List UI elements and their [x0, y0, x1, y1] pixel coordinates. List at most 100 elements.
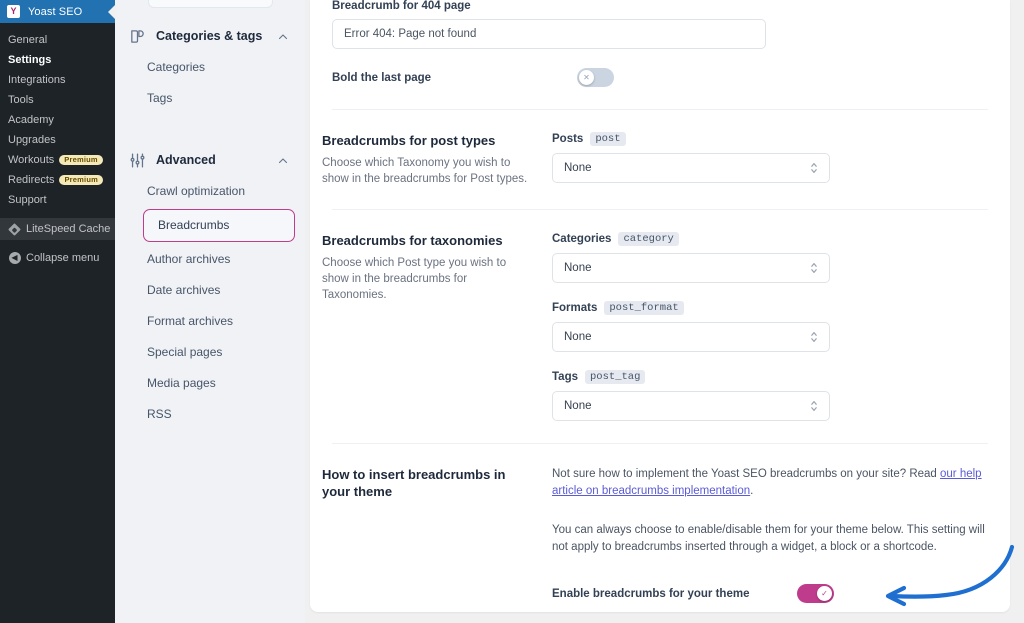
nav-group-advanced[interactable]: Advanced: [115, 144, 305, 176]
sidebar-item-label: Support: [8, 194, 47, 206]
formats-posttype-select[interactable]: None: [552, 322, 830, 352]
posts-taxonomy-select[interactable]: None: [552, 153, 830, 183]
sidebar-item-label: Tools: [8, 94, 34, 106]
chevron-up-icon[interactable]: [277, 30, 289, 42]
sidebar-item-label: Redirects: [8, 174, 55, 186]
sidebar-item-label: LiteSpeed Cache: [26, 223, 111, 235]
chevron-updown-icon: [809, 261, 819, 275]
help-text-before: Not sure how to implement the Yoast SEO …: [552, 468, 941, 480]
breadcrumb-404-input[interactable]: [332, 19, 766, 49]
sidebar-item-support[interactable]: Support: [0, 190, 115, 210]
section-description: Choose which Post type you wish to show …: [322, 257, 507, 301]
select-value: None: [564, 162, 592, 174]
enable-breadcrumbs-label: Enable breadcrumbs for your theme: [552, 587, 750, 600]
select-code-tag: post: [590, 132, 626, 146]
chevron-left-circle-icon: ◀: [8, 252, 21, 265]
nav-group-title: Advanced: [156, 153, 216, 167]
bold-last-page-group: Bold the last page ✕: [310, 68, 1010, 109]
sidebar-item-media-pages[interactable]: Media pages: [115, 368, 305, 399]
sliders-icon: [129, 152, 146, 169]
wp-menu-list: General Settings Integrations Tools Acad…: [0, 23, 115, 268]
sidebar-item-date-archives[interactable]: Date archives: [115, 275, 305, 306]
sidebar-item-label: Integrations: [8, 74, 66, 86]
select-value: None: [564, 331, 592, 343]
sidebar-item-label: Academy: [8, 114, 54, 126]
nav-scrolled-item-stub[interactable]: [148, 0, 273, 8]
nav-group-title: Categories & tags: [156, 29, 263, 43]
sidebar-item-crawl-optimization[interactable]: Crawl optimization: [115, 176, 305, 207]
section-title: Breadcrumbs for post types: [322, 133, 496, 148]
help-text-after: .: [750, 485, 754, 497]
categories-posttype-select[interactable]: None: [552, 253, 830, 283]
main-content-area: Breadcrumb for 404 page Bold the last pa…: [305, 0, 1024, 623]
sidebar-divider: [0, 210, 115, 218]
breadcrumbs-settings-card: Breadcrumb for 404 page Bold the last pa…: [310, 0, 1010, 612]
sidebar-item-integrations[interactable]: Integrations: [0, 70, 115, 90]
menu-pointer-arrow: [108, 3, 116, 20]
select-name: Tags: [552, 371, 578, 383]
select-group-tags: Tags post_tag None: [552, 370, 988, 421]
section-title: How to insert breadcrumbs in your theme: [322, 467, 506, 499]
premium-badge: Premium: [59, 174, 103, 186]
section-description: Choose which Taxonomy you wish to show i…: [322, 157, 528, 185]
sidebar-item-label: Collapse menu: [26, 252, 100, 264]
sidebar-item-label: General: [8, 34, 48, 46]
select-name: Posts: [552, 133, 584, 145]
select-name: Categories: [552, 233, 612, 245]
yoast-seo-brand-header[interactable]: Y Yoast SEO: [0, 0, 116, 23]
chevron-updown-icon: [809, 161, 819, 175]
section-post-types: Breadcrumbs for post types Choose which …: [310, 110, 1010, 209]
select-group-formats: Formats post_format None: [552, 301, 988, 352]
wordpress-admin-sidebar: Y Yoast SEO General Settings Integration…: [0, 0, 116, 623]
sidebar-item-label: Workouts: [8, 154, 55, 166]
premium-badge: Premium: [59, 154, 103, 166]
select-code-tag: post_tag: [585, 370, 646, 384]
brand-label: Yoast SEO: [28, 5, 83, 18]
sidebar-item-breadcrumbs[interactable]: Breadcrumbs: [143, 209, 295, 242]
yoast-logo-icon: Y: [7, 5, 20, 18]
sidebar-item-tags[interactable]: Tags: [115, 83, 305, 114]
sidebar-item-special-pages[interactable]: Special pages: [115, 337, 305, 368]
sidebar-item-label: Settings: [8, 54, 52, 66]
sidebar-item-upgrades[interactable]: Upgrades: [0, 130, 115, 150]
sidebar-item-label: Upgrades: [8, 134, 56, 146]
select-group-posts: Posts post None: [552, 132, 988, 183]
sidebar-item-rss[interactable]: RSS: [115, 399, 305, 430]
collapse-menu-button[interactable]: ◀ Collapse menu: [0, 248, 115, 268]
select-name: Formats: [552, 302, 598, 314]
bold-last-page-label: Bold the last page: [332, 71, 432, 84]
sidebar-item-redirects[interactable]: Redirects Premium: [0, 170, 115, 190]
select-code-tag: post_format: [604, 301, 684, 315]
select-value: None: [564, 262, 592, 274]
bold-last-page-toggle[interactable]: ✕: [577, 68, 614, 87]
sidebar-item-settings[interactable]: Settings: [0, 50, 115, 70]
yoast-seo-settings-screen: Y Yoast SEO General Settings Integration…: [0, 0, 1024, 623]
tags-posttype-select[interactable]: None: [552, 391, 830, 421]
sidebar-divider: [0, 240, 115, 248]
help-paragraph-1: Not sure how to implement the Yoast SEO …: [552, 466, 988, 500]
sidebar-item-categories[interactable]: Categories: [115, 52, 305, 83]
toggle-knob-off-icon: ✕: [579, 70, 594, 85]
tags-icon: [129, 28, 146, 45]
enable-breadcrumbs-toggle[interactable]: ✓: [797, 584, 834, 603]
enable-breadcrumbs-row: Enable breadcrumbs for your theme ✓: [552, 584, 988, 603]
help-paragraph-2: You can always choose to enable/disable …: [552, 524, 985, 553]
sidebar-item-tools[interactable]: Tools: [0, 90, 115, 110]
chevron-updown-icon: [809, 399, 819, 413]
sidebar-item-workouts[interactable]: Workouts Premium: [0, 150, 115, 170]
sidebar-item-format-archives[interactable]: Format archives: [115, 306, 305, 337]
litespeed-diamond-icon: [8, 222, 21, 236]
select-code-tag: category: [618, 232, 679, 246]
section-insert-breadcrumbs: How to insert breadcrumbs in your theme …: [310, 444, 1010, 612]
yoast-settings-nav: Categories & tags Categories Tags Advanc…: [115, 0, 305, 623]
chevron-up-icon[interactable]: [277, 154, 289, 166]
breadcrumb-404-label: Breadcrumb for 404 page: [332, 0, 471, 12]
select-group-categories: Categories category None: [552, 232, 988, 283]
nav-group-categories-tags[interactable]: Categories & tags: [115, 20, 305, 52]
sidebar-item-litespeed-cache[interactable]: LiteSpeed Cache: [0, 218, 115, 240]
sidebar-item-general[interactable]: General: [0, 30, 115, 50]
toggle-knob-on-icon: ✓: [817, 586, 832, 601]
sidebar-item-author-archives[interactable]: Author archives: [115, 244, 305, 275]
sidebar-item-academy[interactable]: Academy: [0, 110, 115, 130]
